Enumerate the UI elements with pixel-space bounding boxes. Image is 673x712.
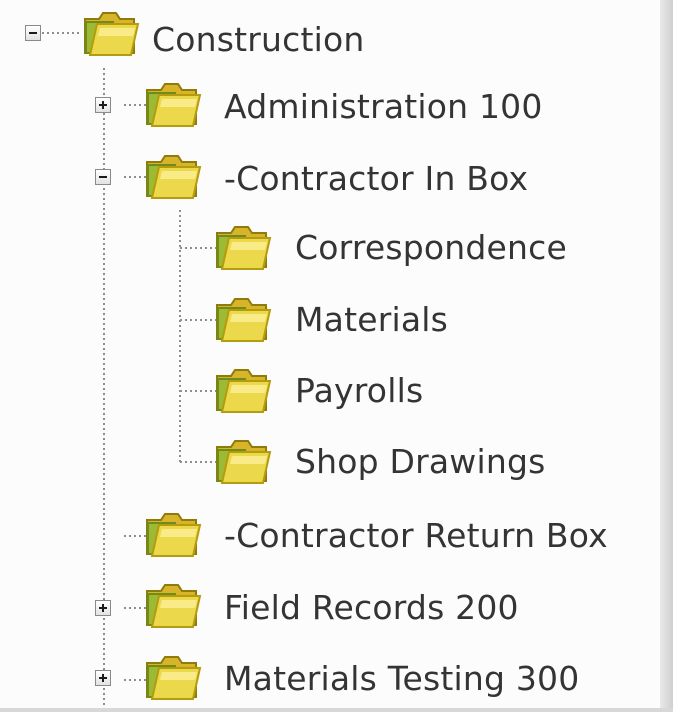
folder-icon bbox=[82, 9, 140, 59]
tree-label-correspondence: Correspondence bbox=[295, 228, 568, 267]
folder-icon bbox=[144, 653, 202, 703]
folder-icon bbox=[214, 437, 272, 487]
tree-label-shop-drawings: Shop Drawings bbox=[295, 442, 546, 481]
tree-node-field-records-200[interactable]: Field Records 200 bbox=[95, 580, 555, 640]
collapse-toggle[interactable] bbox=[25, 25, 41, 41]
collapse-toggle[interactable] bbox=[95, 169, 111, 185]
tree-node-administration-100[interactable]: Administration 100 bbox=[95, 79, 565, 139]
folder-icon bbox=[144, 80, 202, 130]
tree-label-payrolls: Payrolls bbox=[295, 371, 424, 410]
folder-icon bbox=[214, 366, 272, 416]
tree-node-construction[interactable]: Construction bbox=[25, 8, 425, 68]
folder-icon bbox=[144, 510, 202, 560]
tree-node-materials-testing-300[interactable]: Materials Testing 300 bbox=[95, 652, 595, 712]
tree-node-payrolls[interactable]: Payrolls bbox=[214, 364, 454, 424]
tree-label-materials-testing-300: Materials Testing 300 bbox=[224, 659, 580, 698]
tree-node-correspondence[interactable]: Correspondence bbox=[214, 221, 604, 281]
tree-node-contractor-return-box[interactable]: -Contractor Return Box bbox=[144, 509, 644, 569]
tree-label-contractor-return-box: -Contractor Return Box bbox=[224, 516, 608, 555]
tree-node-materials[interactable]: Materials bbox=[214, 293, 474, 353]
tree-label-field-records-200: Field Records 200 bbox=[224, 588, 519, 627]
tree-label-materials: Materials bbox=[295, 300, 449, 339]
tree-node-shop-drawings[interactable]: Shop Drawings bbox=[214, 435, 574, 495]
expand-toggle[interactable] bbox=[95, 97, 111, 113]
folder-icon bbox=[144, 152, 202, 202]
tree-label-construction: Construction bbox=[152, 20, 365, 59]
expand-toggle[interactable] bbox=[95, 670, 111, 686]
tree-node-contractor-in-box[interactable]: -Contractor In Box bbox=[95, 151, 565, 211]
folder-icon bbox=[144, 581, 202, 631]
folder-icon bbox=[214, 295, 272, 345]
expand-toggle[interactable] bbox=[95, 600, 111, 616]
tree-label-administration-100: Administration 100 bbox=[224, 87, 543, 126]
tree-label-contractor-in-box: -Contractor In Box bbox=[224, 159, 529, 198]
folder-icon bbox=[214, 223, 272, 273]
